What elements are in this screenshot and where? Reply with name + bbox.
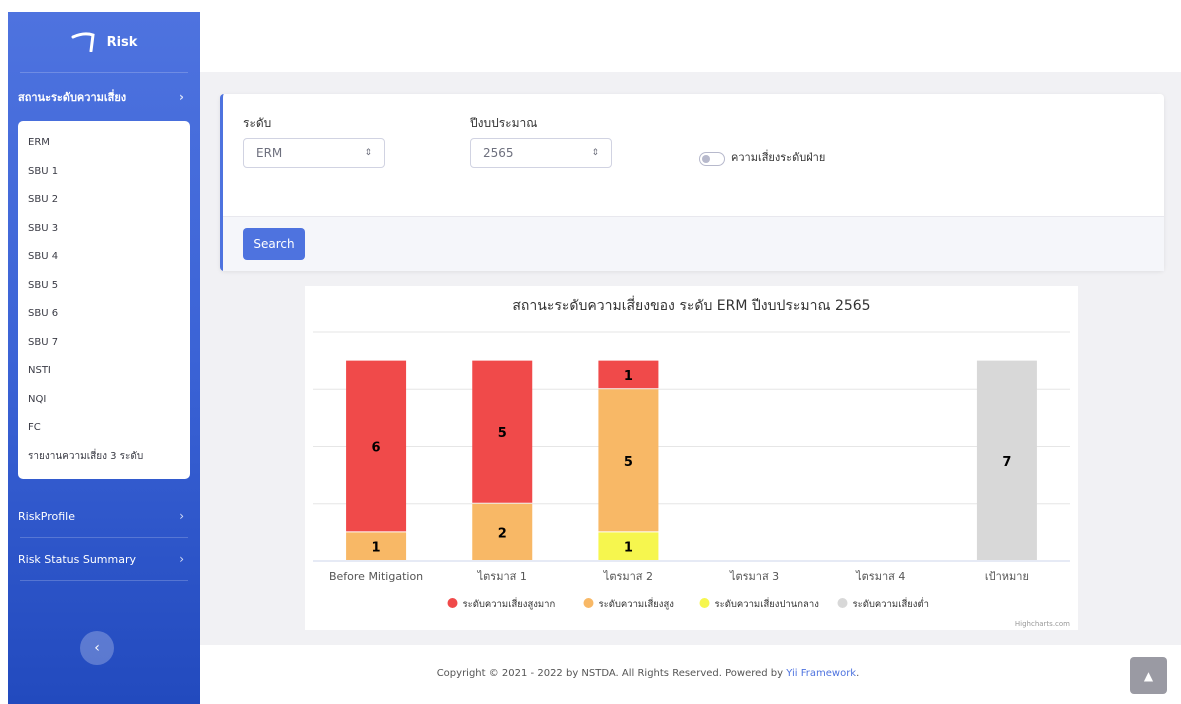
year-select-value: 2565 — [483, 146, 514, 160]
submenu-item-sbu3[interactable]: SBU 3 — [18, 215, 190, 244]
data-label: 7 — [1002, 455, 1011, 470]
filter-card-footer — [223, 216, 1164, 271]
chart-credits: Highcharts.com — [1015, 620, 1070, 628]
year-label: ปีงบประมาณ — [470, 116, 538, 130]
data-label: 1 — [372, 541, 381, 556]
data-label: 5 — [498, 426, 507, 441]
x-tick-label: เป้าหมาย — [985, 570, 1029, 583]
sidebar-item-label: RiskProfile — [18, 509, 76, 523]
legend-item: ระดับความเสี่ยงต่ำ — [853, 597, 929, 610]
select-arrows-icon: ⇕ — [591, 148, 599, 158]
x-tick-label: ไตรมาส 1 — [477, 570, 527, 583]
x-tick-label: ไตรมาส 3 — [729, 570, 779, 583]
submenu-item-nsti[interactable]: NSTI — [18, 357, 190, 386]
filter-card: ระดับ ERM ⇕ ปีงบประมาณ 2565 ⇕ ความเสี่ยง… — [220, 94, 1164, 271]
scroll-to-top-button[interactable]: ▲ — [1130, 657, 1167, 694]
toggle-knob — [702, 155, 710, 163]
sidebar: Risk สถานะระดับความเสี่ยง › ERM SBU 1 SB… — [8, 12, 200, 704]
level-select-value: ERM — [256, 146, 283, 160]
submenu-item-sbu7[interactable]: SBU 7 — [18, 329, 190, 358]
legend-marker — [837, 598, 848, 608]
copyright-suffix: . — [856, 668, 860, 679]
submenu-item-sbu2[interactable]: SBU 2 — [18, 186, 190, 215]
chart-card: สถานะระดับความเสี่ยงของ ระดับ ERM ปีงบปร… — [305, 286, 1078, 630]
logo-icon — [71, 32, 95, 52]
topbar — [200, 12, 1181, 72]
sidebar-item-label: สถานะระดับความเสี่ยง — [18, 91, 127, 104]
copyright-text: Copyright © 2021 - 2022 by NSTDA. All Ri… — [436, 668, 784, 679]
legend-marker — [447, 598, 458, 608]
submenu-item-sbu1[interactable]: SBU 1 — [18, 158, 190, 187]
brand[interactable]: Risk — [20, 12, 188, 73]
risk-level-chart: สถานะระดับความเสี่ยงของ ระดับ ERM ปีงบปร… — [313, 296, 1070, 628]
chart-title: สถานะระดับความเสี่ยงของ ระดับ ERM ปีงบปร… — [512, 296, 870, 314]
submenu-item-sbu6[interactable]: SBU 6 — [18, 300, 190, 329]
legend-marker — [583, 598, 594, 608]
chevron-right-icon: › — [179, 509, 184, 523]
data-label: 1 — [624, 541, 633, 556]
search-button[interactable]: Search — [243, 228, 305, 260]
level-select[interactable]: ERM ⇕ — [243, 138, 385, 168]
sidebar-divider — [20, 580, 188, 581]
x-tick-label: ไตรมาส 2 — [603, 570, 653, 583]
chevron-up-icon: ▲ — [1143, 668, 1154, 683]
chevron-right-icon: › — [179, 552, 184, 566]
level-label: ระดับ — [243, 116, 272, 130]
sidebar-item-label: Risk Status Summary — [18, 552, 137, 566]
yii-framework-link[interactable]: Yii Framework — [786, 668, 856, 679]
footer-copyright: Copyright © 2021 - 2022 by NSTDA. All Ri… — [200, 668, 1096, 679]
chevron-right-icon: › — [179, 90, 184, 104]
sidebar-item-riskprofile[interactable]: RiskProfile › — [8, 495, 200, 537]
legend-item: ระดับความเสี่ยงสูง — [599, 597, 674, 610]
legend-item: ระดับความเสี่ยงปานกลาง — [715, 597, 819, 610]
submenu-item-fc[interactable]: FC — [18, 414, 190, 443]
x-tick-label: ไตรมาส 4 — [855, 570, 905, 583]
legend-item: ระดับความเสี่ยงสูงมาก — [463, 597, 556, 610]
data-label: 6 — [372, 441, 381, 456]
x-tick-label: Before Mitigation — [329, 570, 423, 583]
submenu-item-sbu5[interactable]: SBU 5 — [18, 272, 190, 301]
department-risk-toggle[interactable] — [699, 152, 725, 166]
brand-name: Risk — [106, 34, 138, 50]
data-label: 2 — [498, 526, 507, 541]
submenu-item-report-3-levels[interactable]: รายงานความเสี่ยง 3 ระดับ — [18, 443, 190, 472]
data-label: 1 — [624, 369, 633, 384]
chevron-left-icon: ‹ — [94, 640, 100, 656]
select-arrows-icon: ⇕ — [364, 148, 372, 158]
sidebar-item-risk-status-summary[interactable]: Risk Status Summary › — [8, 538, 200, 580]
sidebar-toggle-button[interactable]: ‹ — [80, 631, 114, 665]
data-label: 5 — [624, 455, 633, 470]
department-risk-toggle-label: ความเสี่ยงระดับฝ่าย — [731, 151, 826, 164]
submenu-item-nqi[interactable]: NQI — [18, 386, 190, 415]
submenu-item-erm[interactable]: ERM — [18, 129, 190, 158]
legend-marker — [699, 598, 710, 608]
sidebar-submenu: ERM SBU 1 SBU 2 SBU 3 SBU 4 SBU 5 SBU 6 … — [18, 121, 190, 479]
sidebar-item-risk-status[interactable]: สถานะระดับความเสี่ยง › — [8, 73, 200, 121]
year-select[interactable]: 2565 ⇕ — [470, 138, 612, 168]
submenu-item-sbu4[interactable]: SBU 4 — [18, 243, 190, 272]
